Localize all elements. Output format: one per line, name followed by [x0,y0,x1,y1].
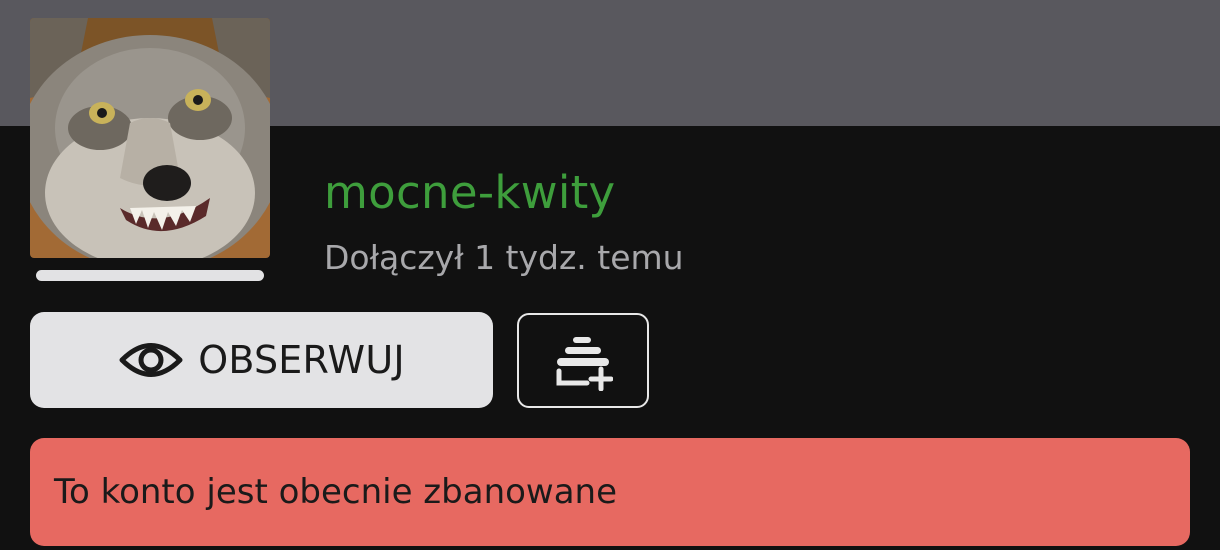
add-to-collection-icon [556,336,613,391]
profile-level-bar [36,270,264,281]
profile-username[interactable]: mocne-kwity [324,166,616,220]
wolf-avatar-icon [30,18,270,258]
add-to-collection-button[interactable] [517,313,649,408]
profile-joined-date: Dołączył 1 tydz. temu [324,238,684,277]
eye-icon [119,343,183,377]
ban-notice: To konto jest obecnie zbanowane [30,438,1190,546]
follow-button-label: OBSERWUJ [198,338,405,382]
follow-button[interactable]: OBSERWUJ [30,312,493,408]
profile-avatar[interactable] [30,18,270,258]
ban-notice-text: To konto jest obecnie zbanowane [54,472,618,512]
